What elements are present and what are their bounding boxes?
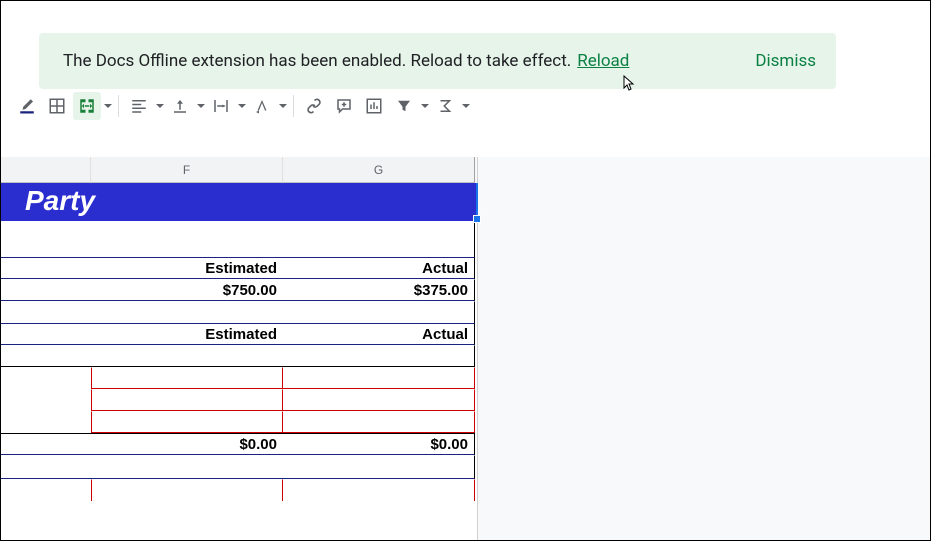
cell[interactable] bbox=[1, 367, 91, 389]
cell[interactable] bbox=[1, 433, 91, 455]
cell[interactable] bbox=[1, 221, 91, 257]
cell[interactable] bbox=[1, 389, 91, 411]
cell-red[interactable] bbox=[91, 411, 283, 433]
cell-red[interactable] bbox=[91, 389, 283, 411]
filter-button[interactable] bbox=[390, 92, 429, 120]
cell[interactable] bbox=[283, 345, 475, 367]
total-actual[interactable]: $0.00 bbox=[283, 433, 475, 455]
text-rotation-button[interactable] bbox=[248, 92, 287, 120]
toolbar bbox=[1, 89, 930, 123]
cell[interactable] bbox=[91, 301, 283, 323]
cell[interactable] bbox=[283, 455, 475, 479]
cell-red[interactable] bbox=[283, 367, 475, 389]
cell-red[interactable] bbox=[91, 479, 283, 501]
selection-border bbox=[476, 183, 478, 219]
hdr-actual-1[interactable]: Actual bbox=[283, 257, 475, 279]
val-estimated-1[interactable]: $750.00 bbox=[91, 279, 283, 301]
title-text: Party bbox=[25, 185, 95, 217]
grid: Estimated Actual $750.00 $375.00 Estimat… bbox=[1, 221, 477, 501]
offline-banner: The Docs Offline extension has been enab… bbox=[39, 33, 836, 89]
insert-link-button[interactable] bbox=[300, 92, 328, 120]
column-header-g[interactable]: G bbox=[283, 157, 475, 183]
chevron-down-icon bbox=[156, 104, 164, 108]
sheet-content[interactable]: F G Party Estimated Actual $750.00 $375. bbox=[1, 157, 477, 540]
cell[interactable] bbox=[1, 279, 91, 301]
hdr-actual-2[interactable]: Actual bbox=[283, 323, 475, 345]
banner-message: The Docs Offline extension has been enab… bbox=[63, 51, 571, 71]
merge-cells-button[interactable] bbox=[73, 92, 112, 120]
cell[interactable] bbox=[1, 479, 91, 501]
cell[interactable] bbox=[91, 221, 283, 257]
text-wrap-button[interactable] bbox=[207, 92, 246, 120]
cell-red[interactable] bbox=[283, 411, 475, 433]
chevron-down-icon bbox=[462, 104, 470, 108]
cell[interactable] bbox=[1, 411, 91, 433]
insert-chart-button[interactable] bbox=[360, 92, 388, 120]
insert-comment-button[interactable] bbox=[330, 92, 358, 120]
cell[interactable] bbox=[283, 301, 475, 323]
cell[interactable] bbox=[1, 345, 91, 367]
column-headers: F G bbox=[1, 157, 477, 183]
cell[interactable] bbox=[91, 455, 283, 479]
cell-red[interactable] bbox=[283, 389, 475, 411]
title-row[interactable]: Party bbox=[1, 183, 477, 221]
cell[interactable] bbox=[1, 455, 91, 479]
total-estimated[interactable]: $0.00 bbox=[91, 433, 283, 455]
cell[interactable] bbox=[283, 221, 475, 257]
spreadsheet-area: F G Party Estimated Actual $750.00 $375. bbox=[1, 157, 930, 540]
dismiss-button[interactable]: Dismiss bbox=[755, 51, 816, 71]
column-header-blank[interactable] bbox=[1, 157, 91, 183]
hdr-estimated-2[interactable]: Estimated bbox=[91, 323, 283, 345]
cell[interactable] bbox=[1, 257, 91, 279]
column-header-f[interactable]: F bbox=[91, 157, 283, 183]
val-actual-1[interactable]: $375.00 bbox=[283, 279, 475, 301]
chevron-down-icon bbox=[421, 104, 429, 108]
cell-red[interactable] bbox=[283, 479, 475, 501]
cell-red[interactable] bbox=[91, 367, 283, 389]
chevron-down-icon bbox=[104, 104, 112, 108]
reload-link[interactable]: Reload bbox=[577, 51, 629, 71]
cell[interactable] bbox=[91, 345, 283, 367]
fill-color-button[interactable] bbox=[13, 92, 41, 120]
chevron-down-icon bbox=[197, 104, 205, 108]
functions-button[interactable] bbox=[431, 92, 470, 120]
selection-handle[interactable] bbox=[473, 215, 481, 223]
cell[interactable] bbox=[1, 301, 91, 323]
separator bbox=[118, 95, 119, 117]
horizontal-align-button[interactable] bbox=[125, 92, 164, 120]
chevron-down-icon bbox=[279, 104, 287, 108]
borders-button[interactable] bbox=[43, 92, 71, 120]
hdr-estimated-1[interactable]: Estimated bbox=[91, 257, 283, 279]
empty-area bbox=[477, 157, 930, 540]
cell[interactable] bbox=[1, 323, 91, 345]
vertical-align-button[interactable] bbox=[166, 92, 205, 120]
separator bbox=[293, 95, 294, 117]
chevron-down-icon bbox=[238, 104, 246, 108]
